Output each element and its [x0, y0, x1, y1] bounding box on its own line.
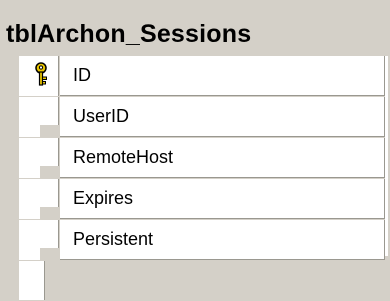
column-name: UserID	[73, 106, 130, 126]
table-designer-box[interactable]: tblArchon_Sessions ID UserID RemoteHost …	[0, 0, 390, 301]
column-grid: ID UserID RemoteHost Expires Persistent	[19, 56, 388, 300]
selector-corner	[40, 125, 59, 137]
row-selector[interactable]	[19, 220, 59, 260]
row-selector[interactable]	[19, 138, 59, 178]
column-name-cell[interactable]: UserID	[60, 97, 385, 137]
column-name: Expires	[73, 188, 134, 208]
selector-corner	[40, 248, 59, 260]
column-name-cell[interactable]: RemoteHost	[60, 138, 385, 178]
column-row-remotehost[interactable]: RemoteHost	[19, 138, 388, 179]
table-title: tblArchon_Sessions	[6, 20, 252, 48]
column-row-persistent[interactable]: Persistent	[19, 220, 388, 261]
row-selector[interactable]	[19, 179, 59, 219]
grid-right-edge	[385, 56, 388, 256]
key-icon	[35, 62, 47, 86]
row-selector[interactable]	[19, 97, 59, 137]
column-row-expires[interactable]: Expires	[19, 179, 388, 220]
row-selector[interactable]	[19, 56, 59, 96]
column-name-cell[interactable]: Persistent	[60, 220, 385, 260]
new-row-selector[interactable]	[19, 261, 45, 300]
selector-corner	[40, 207, 59, 219]
column-name: Persistent	[73, 229, 154, 249]
selector-corner	[40, 166, 59, 178]
column-name-cell[interactable]: Expires	[60, 179, 385, 219]
column-name: ID	[73, 65, 91, 85]
column-row-id[interactable]: ID	[19, 56, 388, 97]
column-row-userid[interactable]: UserID	[19, 97, 388, 138]
column-name: RemoteHost	[73, 147, 174, 167]
column-name-cell[interactable]: ID	[60, 56, 385, 96]
